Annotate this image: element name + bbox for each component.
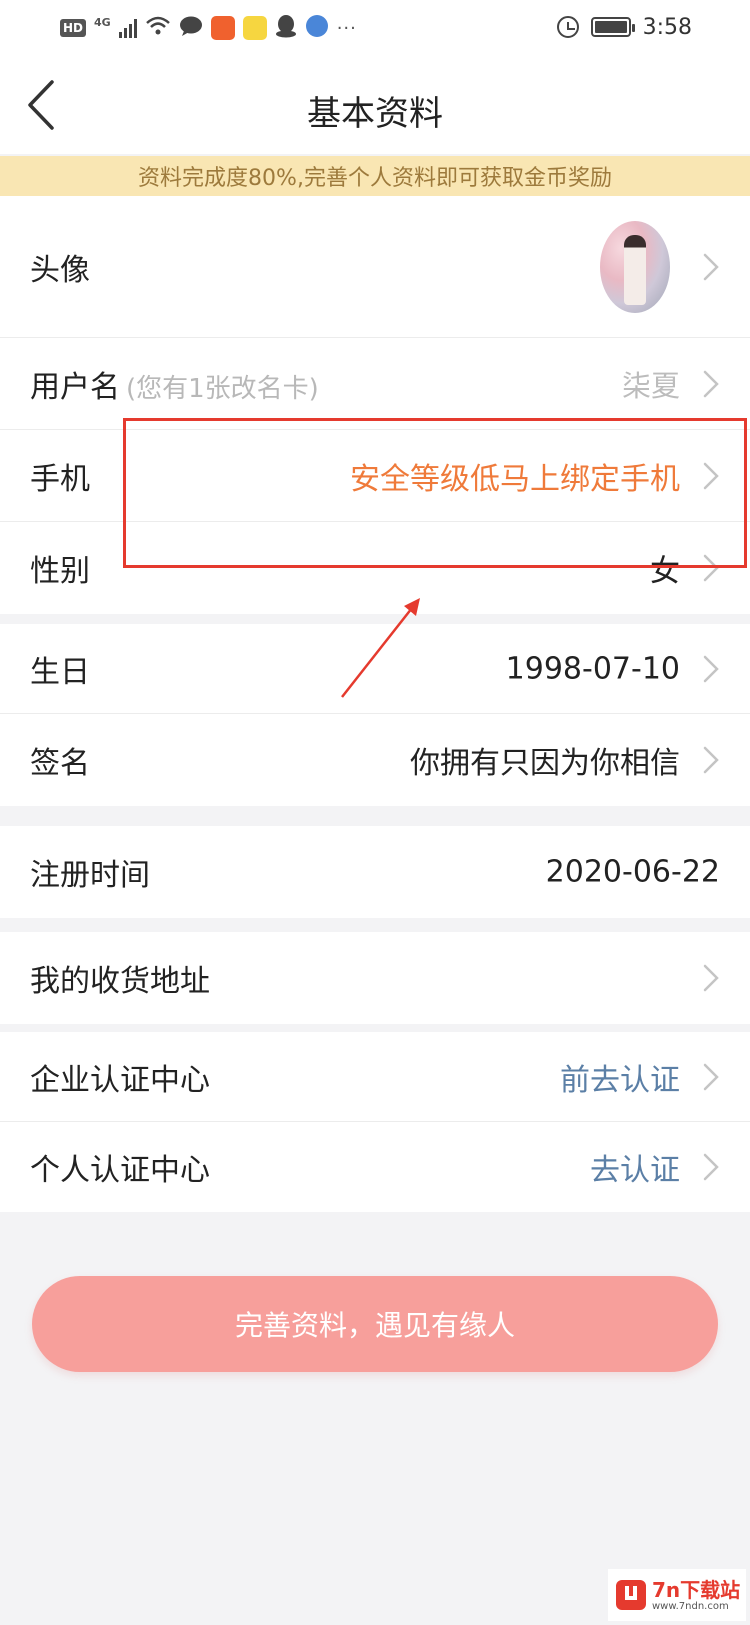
site-watermark: 7n下载站 www.7ndn.com: [608, 1569, 746, 1621]
row-username[interactable]: 用户名 (您有1张改名卡) 柒夏: [0, 338, 750, 430]
row-enterprise-verification[interactable]: 企业认证中心 前去认证: [0, 1032, 750, 1122]
chevron-right-icon: [702, 1152, 720, 1182]
watermark-main-text: 7n下载站: [652, 1577, 741, 1602]
username-label: 用户名 (您有1张改名卡): [30, 362, 319, 406]
chevron-right-icon: [702, 461, 720, 491]
qq-icon: [275, 14, 297, 42]
register-time-value: 2020-06-22: [545, 854, 720, 890]
row-personal-verification[interactable]: 个人认证中心 去认证: [0, 1122, 750, 1212]
birthday-label: 生日: [30, 654, 90, 690]
avatar: [600, 220, 670, 313]
network-type: 4G: [94, 15, 111, 29]
profile-group-address: 我的收货地址: [0, 932, 750, 1024]
rename-card-hint: (您有1张改名卡): [126, 373, 319, 404]
message-icon: [179, 15, 203, 41]
hd-icon: HD: [60, 19, 87, 37]
row-shipping-address[interactable]: 我的收货地址: [0, 932, 750, 1024]
row-phone[interactable]: 手机 安全等级低马上绑定手机: [0, 430, 750, 522]
chevron-right-icon: [702, 654, 720, 684]
watermark-text: 7n下载站 www.7ndn.com: [652, 1579, 740, 1612]
profile-group-register: 注册时间 2020-06-22: [0, 826, 750, 918]
chevron-right-icon: [702, 369, 720, 399]
row-signature[interactable]: 签名 你拥有只因为你相信: [0, 714, 750, 806]
page-title: 基本资料: [307, 94, 443, 134]
status-left-icons: HD 4G ···: [60, 14, 357, 42]
gender-label: 性别: [30, 554, 90, 589]
overflow-dots: ···: [336, 17, 357, 39]
complete-profile-button[interactable]: 完善资料，遇见有缘人: [32, 1276, 718, 1372]
watermark-url: www.7ndn.com: [652, 1600, 729, 1612]
enterprise-verification-label: 企业认证中心: [30, 1062, 210, 1098]
chevron-right-icon: [702, 252, 720, 282]
signature-value: 你拥有只因为你相信: [410, 746, 680, 781]
username-value: 柒夏: [621, 368, 680, 403]
birthday-value: 1998-07-10: [505, 651, 680, 686]
chevron-right-icon: [702, 745, 720, 775]
row-register-time: 注册时间 2020-06-22: [0, 826, 750, 918]
status-right-icons: 3:58: [556, 12, 692, 42]
avatar-label: 头像: [30, 252, 90, 288]
shipping-address-label: 我的收货地址: [30, 964, 210, 999]
chevron-right-icon: [702, 963, 720, 993]
chevron-right-icon: [702, 553, 720, 583]
row-avatar[interactable]: 头像: [0, 196, 750, 338]
signature-label: 签名: [30, 746, 90, 781]
nav-bar: 基本资料: [0, 56, 750, 154]
gender-value: 女: [650, 554, 680, 589]
status-time: 3:58: [642, 14, 692, 40]
completion-banner: 资料完成度80%,完善个人资料即可获取金币奖励: [0, 156, 750, 196]
download-logo-icon: [616, 1580, 646, 1610]
phone-value: 安全等级低马上绑定手机: [350, 461, 680, 497]
row-gender[interactable]: 性别 女: [0, 522, 750, 614]
personal-verification-label: 个人认证中心: [30, 1153, 210, 1188]
personal-verification-value: 去认证: [590, 1153, 680, 1188]
phone-label: 手机: [30, 461, 90, 497]
profile-group-basic: 头像 用户名 (您有1张改名卡) 柒夏 手机 安全等级低马上绑定手机 性别 女: [0, 196, 750, 614]
enterprise-verification-value: 前去认证: [560, 1062, 680, 1098]
username-label-text: 用户名: [30, 369, 120, 405]
profile-group-verification: 企业认证中心 前去认证 个人认证中心 去认证: [0, 1032, 750, 1212]
video-app-icon: [242, 16, 267, 40]
chevron-right-icon: [702, 1062, 720, 1092]
app-notification-icon: [210, 16, 235, 40]
wifi-icon: [145, 15, 171, 41]
profile-group-details: 生日 1998-07-10 签名 你拥有只因为你相信: [0, 624, 750, 806]
battery-icon: [590, 17, 635, 37]
signal-icon: [118, 18, 137, 38]
row-birthday[interactable]: 生日 1998-07-10: [0, 624, 750, 714]
pm-app-icon: [305, 14, 329, 42]
register-time-label: 注册时间: [30, 858, 150, 893]
status-bar: HD 4G ··· 3:58: [0, 0, 750, 56]
alarm-clock-icon: [556, 16, 579, 38]
